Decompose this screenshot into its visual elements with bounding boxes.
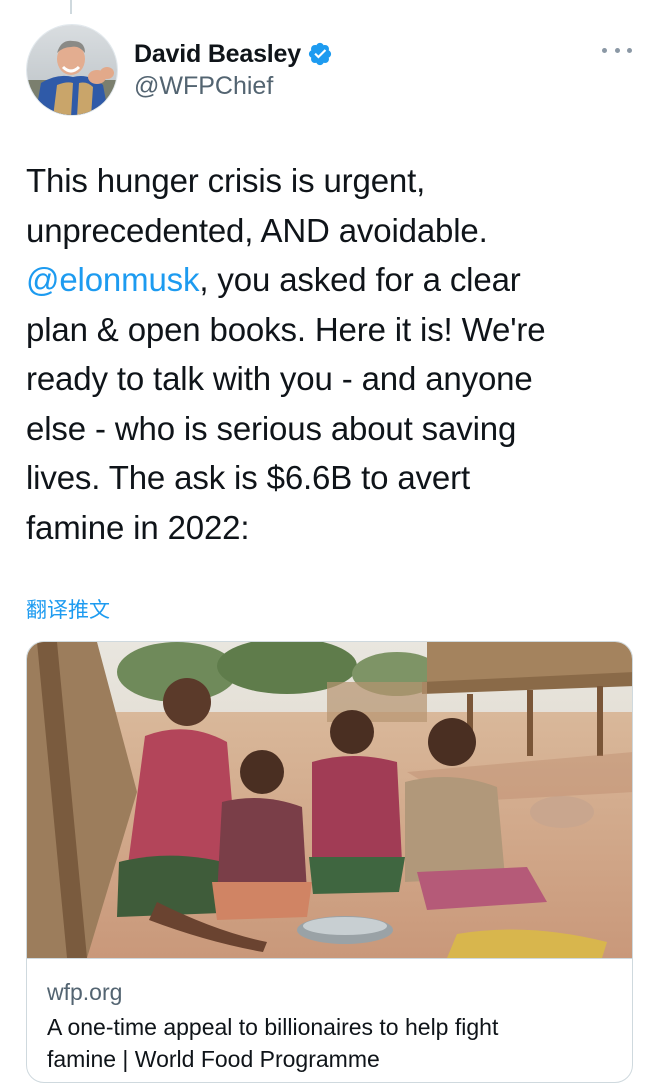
tweet-text-fragment: , you asked for a clear [199, 261, 521, 298]
author-display-name[interactable]: David Beasley [134, 40, 301, 69]
card-domain: wfp.org [47, 979, 123, 1005]
author-handle[interactable]: @WFPChief [134, 72, 333, 101]
tweet-text-line: else - who is serious about saving [26, 409, 517, 447]
tweet-header: David Beasley @WFPChief [26, 24, 634, 120]
thread-connector-line [70, 0, 72, 14]
card-image [27, 642, 632, 958]
tweet-text-line: ready to talk with you - and anyone [26, 360, 533, 397]
more-dot [627, 47, 632, 53]
card-title-line: famine | World Food Programme [47, 1046, 380, 1072]
tweet-text-line: lives. The ask is $6.6B to avert [26, 459, 470, 496]
tweet-text-line: plan & open books. Here it is! We're [26, 310, 546, 348]
author-identity: David Beasley @WFPChief [134, 38, 333, 101]
card-title: A one-time appeal to billionaires to hel… [47, 1011, 614, 1075]
avatar[interactable] [26, 24, 118, 116]
link-preview-card[interactable]: wfp.org A one-time appeal to billionaire… [26, 641, 633, 1083]
card-title-line: A one-time appeal to billionaires to hel… [47, 1014, 499, 1040]
tweet-text-line: This hunger crisis is urgent, [26, 162, 426, 199]
tweet-text-line: unprecedented, AND avoidable. [26, 211, 488, 249]
tweet-text-line: @elonmusk, you asked for a clear [26, 255, 636, 305]
verified-badge-icon [307, 41, 333, 67]
more-dot [602, 47, 607, 53]
more-dot [614, 47, 620, 53]
tweet-text: This hunger crisis is urgent, unpreceden… [26, 156, 636, 552]
card-footer: wfp.org A one-time appeal to billionaire… [27, 958, 632, 1082]
mention-link[interactable]: @elonmusk [26, 261, 200, 298]
translate-tweet-link[interactable]: 翻译推文 [26, 594, 110, 624]
tweet-text-line: famine in 2022: [26, 508, 250, 546]
more-options-icon[interactable] [602, 40, 632, 60]
